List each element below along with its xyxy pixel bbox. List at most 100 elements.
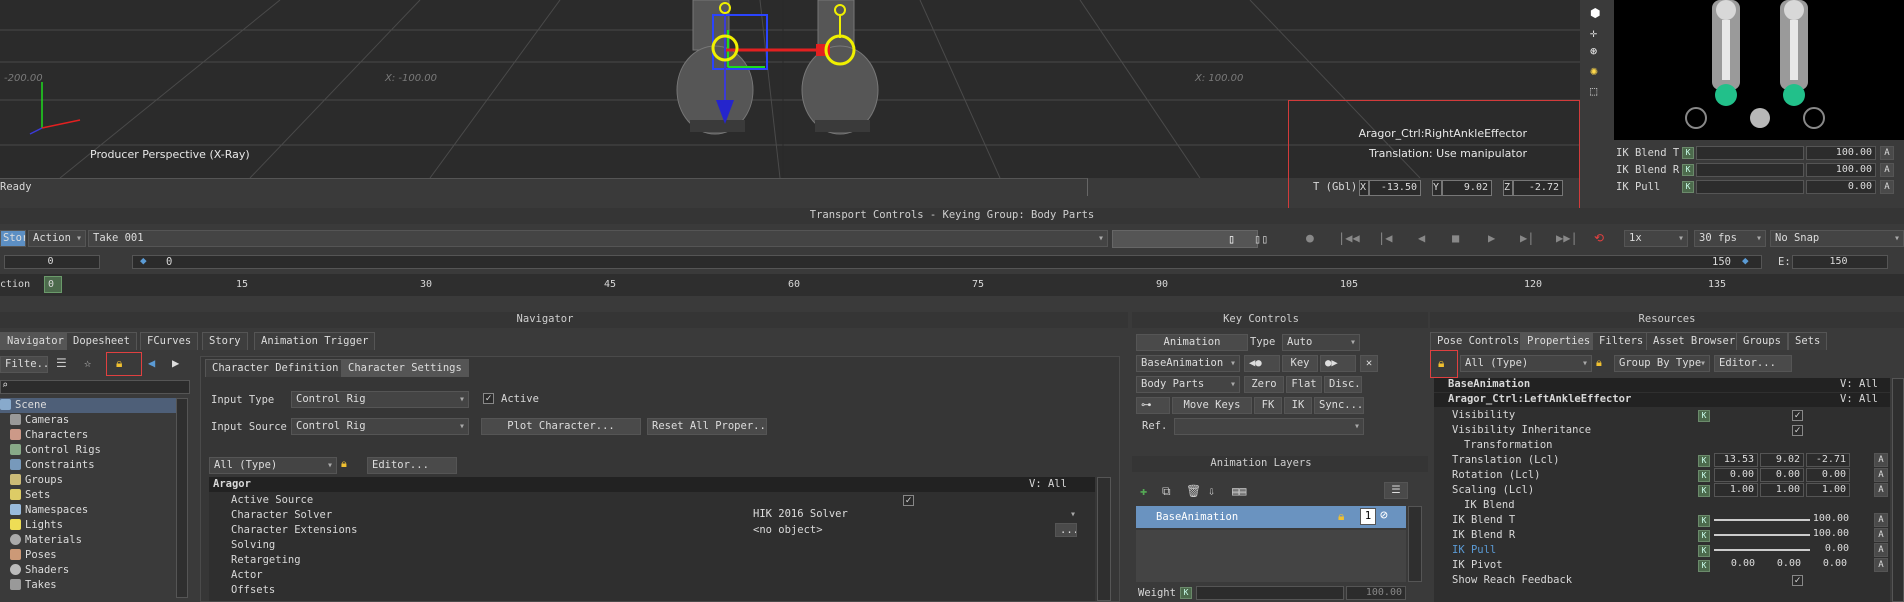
tab-sets[interactable]: Sets [1788,332,1828,350]
tree-item-lights[interactable]: Lights [10,518,63,533]
ik-blend-t-slider[interactable] [1714,519,1810,521]
tab-story[interactable]: Story [202,332,248,350]
input-source-combo[interactable]: Control Rig [291,418,469,435]
ref-combo[interactable] [1174,418,1364,435]
ik-blend-r-value[interactable]: 100.00 [1812,528,1852,542]
translation-y[interactable]: 9.02 [1760,453,1804,467]
show-reach-feedback-checkbox[interactable]: ✓ [1792,575,1803,586]
tree-item-control-rigs[interactable]: Control Rigs [10,443,101,458]
tab-character-definition[interactable]: Character Definition [205,359,346,377]
extensions-browse-button[interactable]: ... [1055,523,1077,537]
visibility-checkbox[interactable]: ✓ [1792,410,1803,421]
y-field[interactable]: 9.02 [1442,180,1492,196]
tree-item-poses[interactable]: Poses [10,548,57,563]
key-toggle[interactable]: K [1682,181,1694,193]
start-frame-field[interactable]: 0 [4,255,100,269]
type-combo[interactable]: Auto [1282,334,1360,351]
forward-arrow-icon[interactable]: ▶ [172,356,179,370]
layer-solo-button[interactable]: 1 [1360,508,1376,525]
property-group-ik-blend[interactable]: IK Blend [1464,498,1515,513]
tab-dopesheet[interactable]: Dopesheet [66,332,137,350]
next-key-icon[interactable]: ▶| [1520,231,1534,245]
property-header[interactable]: Aragor_Ctrl:LeftAnkleEffector V: All [1434,393,1890,407]
camera-icon[interactable]: ⊛ [1590,44,1597,58]
loop-icon[interactable]: ⟲ [1594,231,1604,245]
end-frame-field[interactable]: 150 [1792,255,1888,269]
translation-z[interactable]: -2.71 [1806,453,1850,467]
tree-item-materials[interactable]: Materials [10,533,82,548]
scaling-x[interactable]: 1.00 [1714,483,1758,497]
tab-navigator[interactable]: Navigator [0,332,71,350]
ik-pivot-z[interactable]: 0.00 [1806,558,1850,572]
property-group-retargeting[interactable]: Retargeting [231,553,301,568]
anim-toggle[interactable]: A [1880,163,1894,177]
add-layer-icon[interactable]: ✚ [1140,484,1147,498]
double-view-icon[interactable]: ▯▯ [1254,232,1268,246]
lock-icon[interactable]: 🔒︎ [341,457,347,471]
key-toggle[interactable]: K [1698,545,1710,557]
anim-toggle[interactable]: A [1874,543,1888,557]
ik-blend-t-value[interactable]: 100.00 [1812,513,1852,527]
property-scrollbar[interactable] [1097,477,1111,601]
layer-lock-icon[interactable]: 🔒︎ [1338,509,1344,524]
active-checkbox[interactable]: ✓ [483,393,494,404]
type-filter-combo[interactable]: All (Type) [209,457,337,474]
record-icon[interactable]: ● [1306,231,1314,246]
x-field[interactable]: -13.50 [1369,180,1421,196]
key-toggle[interactable]: K [1698,530,1710,542]
ik-button[interactable]: IK [1284,397,1312,414]
tree-item-takes[interactable]: Takes [10,578,57,593]
zero-button[interactable]: Zero [1244,376,1284,393]
layer-scrollbar[interactable] [1408,506,1422,582]
move-keys-button[interactable]: Move Keys [1172,397,1252,414]
property-group-transformation[interactable]: Transformation [1464,438,1553,453]
key-toggle[interactable]: K [1682,164,1694,176]
tab-asset-browser[interactable]: Asset Browser [1646,332,1743,350]
rotation-y[interactable]: 0.00 [1760,468,1804,482]
input-type-combo[interactable]: Control Rig [291,391,469,408]
group-by-combo[interactable]: Group By Type [1614,355,1710,372]
sync-button[interactable]: Sync... [1314,397,1364,414]
play-icon[interactable]: ▶ [1488,231,1495,245]
slider-handle-icon[interactable]: ◆ [140,254,147,267]
hexagon-icon[interactable]: ⬢ [1590,6,1600,20]
ik-slider[interactable] [1696,146,1804,160]
tree-item-sets[interactable]: Sets [10,488,50,503]
goto-end-icon[interactable]: ▶▶| [1556,231,1578,245]
tab-groups[interactable]: Groups [1736,332,1788,350]
tree-item-constraints[interactable]: Constraints [10,458,95,473]
key-toggle[interactable]: K [1698,515,1710,527]
editor-button[interactable]: Editor... [367,457,457,474]
tree-item-characters[interactable]: Characters [10,428,88,443]
weight-slider[interactable] [1196,586,1344,600]
tab-character-settings[interactable]: Character Settings [341,359,469,377]
anim-toggle[interactable]: A [1874,483,1888,497]
layer-mute-icon[interactable]: ⊘ [1380,508,1388,523]
merge-icon[interactable]: ⇩ [1208,484,1215,498]
property-group-offsets[interactable]: Offsets [231,583,275,598]
property-header[interactable]: Aragor V: All [209,477,1095,492]
snap-combo[interactable]: No Snap [1770,230,1904,247]
flat-button[interactable]: Flat [1286,376,1322,393]
keying-group-combo[interactable]: Body Parts [1136,376,1240,393]
ik-pull-slider[interactable] [1714,549,1810,551]
reset-all-properties-button[interactable]: Reset All Proper... [647,418,767,435]
next-key-button[interactable]: ●▶ [1320,355,1356,372]
key-toggle[interactable]: K [1698,455,1710,467]
key-tool-button[interactable]: ⊶ [1136,397,1170,414]
editor-button[interactable]: Editor... [1714,355,1792,372]
scaling-z[interactable]: 1.00 [1806,483,1850,497]
property-group-actor[interactable]: Actor [231,568,263,583]
resources-scrollbar[interactable] [1892,378,1904,602]
anim-toggle[interactable]: A [1874,453,1888,467]
filter-button[interactable]: Filte... [0,356,48,373]
key-toggle[interactable]: K [1698,560,1710,572]
play-back-icon[interactable]: ◀ [1418,231,1425,245]
ik-value[interactable]: 100.00 [1806,163,1876,177]
back-arrow-icon[interactable]: ◀ [148,356,155,370]
tree-scrollbar[interactable] [176,398,188,598]
take-combo[interactable]: Take 001 [88,230,1108,247]
prev-key-icon[interactable]: |◀ [1378,231,1392,245]
ik-pull-value[interactable]: 0.00 [1812,543,1852,557]
weight-value[interactable]: 100.00 [1346,586,1406,600]
